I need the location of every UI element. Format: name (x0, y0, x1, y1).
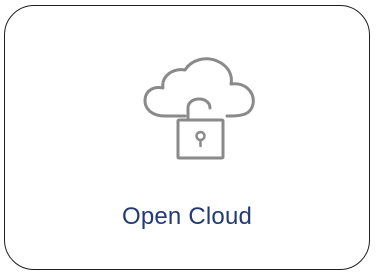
card-label: Open Cloud (121, 203, 253, 230)
cloud-unlock-icon (135, 56, 265, 166)
open-cloud-card[interactable]: Open Cloud (4, 5, 370, 270)
